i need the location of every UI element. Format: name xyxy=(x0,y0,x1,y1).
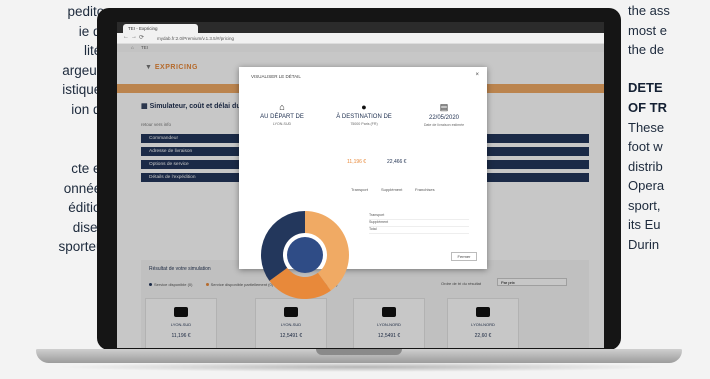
destination-block: ● À DESTINATION DE 75000 Paris (FR) xyxy=(329,102,399,126)
price-kpi: 11,196 € xyxy=(347,159,367,165)
laptop-shadow xyxy=(56,362,666,372)
laptop-screen: TEI - Expricing ← → ⟳ mydab.fr:2.0/Premi… xyxy=(117,22,604,348)
cost-donut-chart xyxy=(261,211,349,299)
close-icon[interactable]: × xyxy=(475,72,479,78)
article-line: DETE xyxy=(628,79,663,95)
tab-transport[interactable]: Transport xyxy=(351,187,368,192)
article-line: OF TR xyxy=(628,100,667,115)
browser-tabbar: TEI - Expricing xyxy=(117,22,604,33)
tab-franchises[interactable]: Franchises xyxy=(415,187,435,192)
close-button[interactable]: Fermer xyxy=(451,252,477,261)
article-line: distrib xyxy=(628,158,663,174)
article-line: Durin xyxy=(628,236,660,252)
address-bar: ← → ⟳ mydab.fr:2.0/Premium/v.1.3.5/#/pri… xyxy=(117,33,604,44)
laptop-notch xyxy=(316,349,402,355)
article-line: the de xyxy=(628,42,665,57)
article-line: its Eu xyxy=(628,217,661,232)
article-line: These xyxy=(628,119,665,135)
reload-icon[interactable]: ⟳ xyxy=(139,34,144,41)
table-row: Total xyxy=(369,227,469,234)
calendar-icon: ▤ xyxy=(439,102,449,112)
article-line: édition xyxy=(68,200,108,215)
tab-supplement[interactable]: Supplément xyxy=(381,187,402,192)
back-arrow-icon[interactable]: ← xyxy=(123,34,129,40)
article-line: argeurs xyxy=(62,62,108,78)
modal-title: VISUALISER LE DÉTAIL xyxy=(251,74,301,79)
total-kpi: 22,466 € xyxy=(387,159,407,165)
table-row: Supplément xyxy=(369,220,469,227)
article-line: ie de xyxy=(78,23,108,39)
date-label: 22/05/2020 xyxy=(428,115,460,121)
location-pin-icon: ● xyxy=(361,102,367,112)
cost-table: Transport Supplément Total xyxy=(369,213,469,234)
article-line: dises, xyxy=(72,219,108,235)
article-line: onnées xyxy=(63,180,108,196)
date-block: ▤ 22/05/2020 Date de livraison estimée xyxy=(409,102,479,127)
article-line: sport, xyxy=(628,197,661,213)
article-left-column: pedito, ie de lités argeurs istiques ion de ct… xyxy=(0,0,108,257)
warehouse-icon: ⌂ xyxy=(279,102,285,112)
article-line: cte en xyxy=(71,161,108,176)
destination-sub: 75000 Paris (FR) xyxy=(350,122,378,126)
destination-label: À DESTINATION DE xyxy=(336,114,392,120)
table-row: Transport xyxy=(369,213,469,220)
origin-label: AU DÉPART DE xyxy=(260,114,304,120)
origin-sub: LYON-SUD xyxy=(272,122,292,126)
forward-arrow-icon[interactable]: → xyxy=(131,34,137,40)
origin-block: ⌂ AU DÉPART DE LYON-SUD xyxy=(247,102,317,126)
date-sub: Date de livraison estimée xyxy=(423,123,465,127)
article-line: foot w xyxy=(628,139,663,154)
article-line: the ass xyxy=(628,3,670,18)
article-line: pedito, xyxy=(67,4,108,19)
browser-tab[interactable]: TEI - Expricing xyxy=(123,24,198,33)
article-line: most e xyxy=(628,22,668,38)
article-line: ion de xyxy=(71,101,108,117)
article-line: Opera xyxy=(628,178,665,193)
url-field[interactable]: mydab.fr:2.0/Premium/v.1.3.5/#/pricing xyxy=(157,35,537,42)
donut-center xyxy=(287,237,323,273)
article-line: istiques xyxy=(62,82,108,97)
detail-modal: VISUALISER LE DÉTAIL × ⌂ AU DÉPART DE LY… xyxy=(239,67,487,299)
article-line: lités xyxy=(83,43,108,58)
article-right-column: the ass most e the de DETE OF TR These foot w d… xyxy=(628,0,710,254)
article-line: sporteur xyxy=(58,239,108,254)
